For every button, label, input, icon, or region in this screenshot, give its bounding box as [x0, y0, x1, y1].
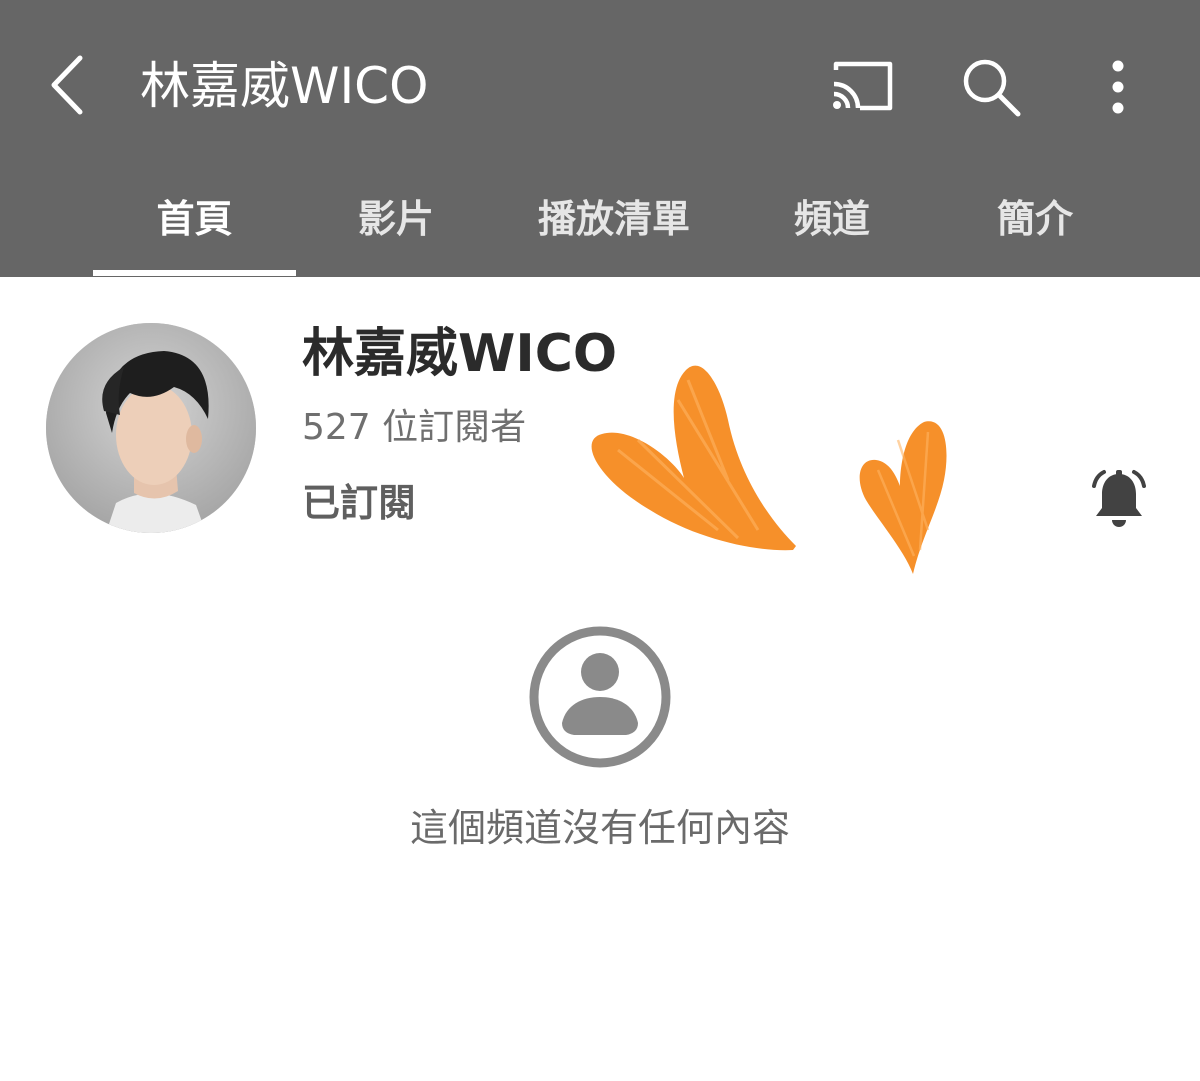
notification-bell-button[interactable] [1086, 468, 1152, 534]
search-button[interactable] [958, 54, 1024, 120]
tab-bar: 首頁 影片 播放清單 頻道 簡介 [0, 170, 1200, 277]
empty-state-message: 這個頻道沒有任何內容 [409, 806, 790, 850]
notification-bell-icon [1092, 470, 1146, 527]
decorative-hearts [591, 365, 947, 574]
back-arrow-icon [51, 55, 83, 115]
app-header: 林嘉威WICO 首頁 影片 播放清單 頻道 簡介 [0, 0, 1200, 277]
account-circle-icon [529, 626, 671, 768]
cast-button[interactable] [828, 56, 898, 116]
search-icon [963, 59, 1021, 117]
tab-videos[interactable]: 影片 [296, 170, 496, 277]
channel-avatar[interactable] [46, 323, 256, 533]
tab-home[interactable]: 首頁 [93, 170, 296, 277]
cast-icon [833, 61, 893, 111]
small-heart-icon [859, 421, 947, 574]
back-button[interactable] [40, 50, 100, 120]
tab-playlists[interactable]: 播放清單 [510, 170, 718, 277]
large-heart-icon [591, 365, 796, 551]
subscribed-button[interactable]: 已訂閱 [302, 478, 416, 528]
more-options-button[interactable] [1098, 54, 1138, 120]
tab-channels[interactable]: 頻道 [732, 170, 932, 277]
subscriber-count: 527 位訂閱者 [302, 407, 527, 448]
active-tab-indicator [93, 270, 296, 276]
more-vert-icon [1112, 60, 1124, 114]
channel-name: 林嘉威WICO [302, 324, 618, 384]
avatar-portrait [46, 323, 256, 533]
tab-about[interactable]: 簡介 [935, 170, 1135, 277]
app-title: 林嘉威WICO [140, 57, 429, 115]
